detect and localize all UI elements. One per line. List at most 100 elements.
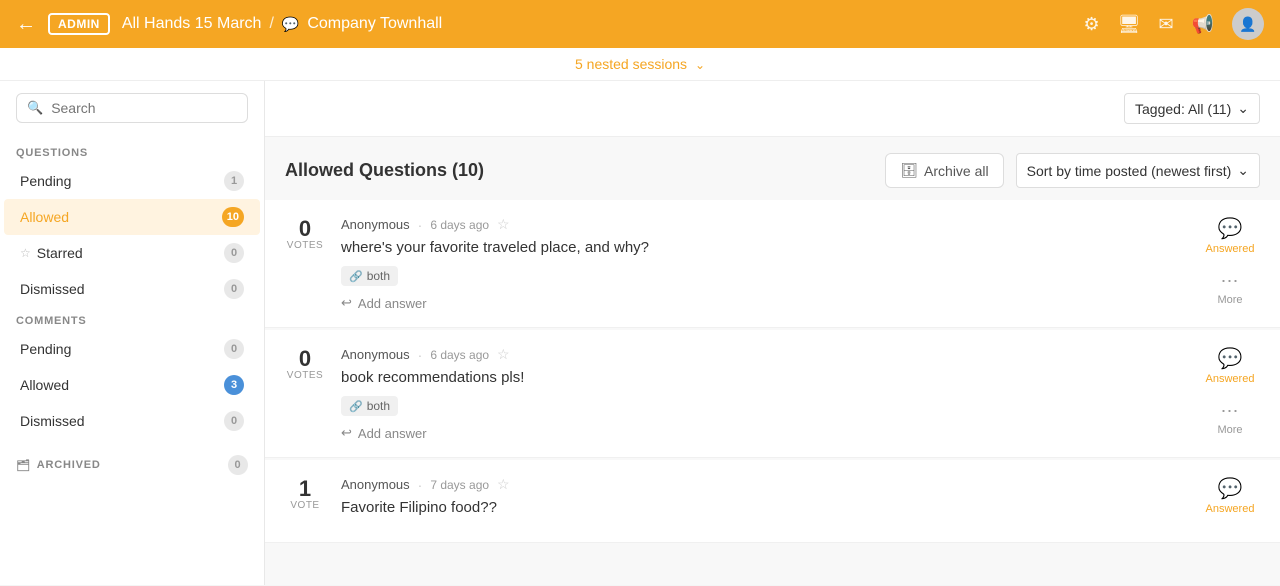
sort-chevron-icon: ⌄: [1237, 162, 1249, 179]
pending-questions-badge: 1: [224, 171, 244, 191]
question-body: Anonymous · 7 days ago ☆ Favorite Filipi…: [341, 476, 1184, 526]
add-answer-icon: ↩: [341, 425, 352, 441]
sidebar-item-starred-questions[interactable]: ☆ Starred 0: [4, 235, 260, 271]
more-label: More: [1217, 424, 1242, 436]
sidebar-item-allowed-questions[interactable]: Allowed 10: [4, 199, 260, 235]
question-meta: Anonymous · 7 days ago ☆: [341, 476, 1184, 493]
pending-comments-badge: 0: [224, 339, 244, 359]
archive-folder-icon: 🗂: [16, 459, 31, 472]
archived-badge: 0: [228, 455, 248, 475]
search-input[interactable]: [51, 100, 237, 116]
archive-all-button[interactable]: 🗄 Archive all: [885, 153, 1003, 188]
questions-heading: Allowed Questions (10): [285, 160, 484, 181]
nested-sessions-text: 5 nested sessions: [575, 56, 687, 72]
question-list: 0 VOTES Anonymous · 6 days ago ☆ where's…: [265, 200, 1280, 543]
star-toggle-icon[interactable]: ☆: [497, 216, 510, 233]
answered-button[interactable]: 💬 Answered: [1206, 346, 1255, 385]
answered-icon: 💬: [1218, 346, 1243, 371]
votes-count: 0: [285, 348, 325, 370]
sort-dropdown[interactable]: Sort by time posted (newest first) ⌄: [1016, 153, 1260, 188]
settings-icon[interactable]: ⚙: [1083, 14, 1099, 35]
avatar[interactable]: 👤: [1232, 8, 1264, 40]
dismissed-questions-badge: 0: [224, 279, 244, 299]
question-tag: 🔗 both: [341, 396, 398, 416]
table-row: 0 VOTES Anonymous · 6 days ago ☆ book re…: [265, 330, 1280, 458]
answered-button[interactable]: 💬 Answered: [1206, 476, 1255, 515]
question-time: 7 days ago: [430, 478, 489, 492]
allowed-comments-label: Allowed: [20, 377, 224, 393]
question-meta: Anonymous · 6 days ago ☆: [341, 216, 1184, 233]
add-answer-button[interactable]: ↩ Add answer: [341, 295, 427, 311]
sidebar-item-allowed-comments[interactable]: Allowed 3: [4, 367, 260, 403]
more-label: More: [1217, 294, 1242, 306]
question-text: Favorite Filipino food??: [341, 497, 1184, 518]
votes-label: VOTES: [285, 370, 325, 381]
votes-box: 1 VOTE: [285, 476, 325, 511]
star-toggle-icon[interactable]: ☆: [497, 346, 510, 363]
tag-label: both: [367, 399, 390, 413]
starred-questions-label: Starred: [37, 245, 224, 261]
add-answer-button[interactable]: ↩ Add answer: [341, 425, 427, 441]
dismissed-questions-label: Dismissed: [20, 281, 224, 297]
dismissed-comments-badge: 0: [224, 411, 244, 431]
sidebar-item-dismissed-questions[interactable]: Dismissed 0: [4, 271, 260, 307]
pending-comments-label: Pending: [20, 341, 224, 357]
question-author: Anonymous: [341, 217, 410, 232]
answered-icon: 💬: [1218, 216, 1243, 241]
star-icon: ☆: [20, 246, 31, 260]
votes-count: 0: [285, 218, 325, 240]
votes-box: 0 VOTES: [285, 216, 325, 251]
breadcrumb-session[interactable]: Company Townhall: [307, 15, 442, 33]
top-navigation: ← ADMIN All Hands 15 March / 💬 Company T…: [0, 0, 1280, 48]
votes-box: 0 VOTES: [285, 346, 325, 381]
admin-badge: ADMIN: [48, 13, 110, 35]
question-text: where's your favorite traveled place, an…: [341, 237, 1184, 258]
breadcrumb-event[interactable]: All Hands 15 March: [122, 15, 262, 33]
tag-icon: 🔗: [349, 270, 363, 283]
nested-sessions-bar[interactable]: 5 nested sessions ⌄: [0, 48, 1280, 81]
archive-icon: 🗄: [900, 162, 918, 179]
comments-section-title: COMMENTS: [0, 307, 264, 331]
breadcrumb: All Hands 15 March / 💬 Company Townhall: [122, 15, 442, 33]
question-author: Anonymous: [341, 347, 410, 362]
allowed-questions-label: Allowed: [20, 209, 222, 225]
allowed-comments-badge: 3: [224, 375, 244, 395]
sort-label: Sort by time posted (newest first): [1027, 163, 1232, 179]
votes-label: VOTES: [285, 240, 325, 251]
question-author: Anonymous: [341, 477, 410, 492]
question-actions: 💬 Answered ⋯ More: [1200, 346, 1260, 436]
search-container[interactable]: 🔍: [16, 93, 248, 123]
star-toggle-icon[interactable]: ☆: [497, 476, 510, 493]
tag-icon: 🔗: [349, 400, 363, 413]
answered-button[interactable]: 💬 Answered: [1206, 216, 1255, 255]
add-answer-label: Add answer: [358, 426, 427, 441]
mail-icon[interactable]: ✉: [1158, 14, 1173, 35]
header-actions: 🗄 Archive all Sort by time posted (newes…: [885, 153, 1260, 188]
sidebar-item-dismissed-comments[interactable]: Dismissed 0: [4, 403, 260, 439]
pending-questions-label: Pending: [20, 173, 224, 189]
nav-icons: ⚙ 🖥 ✉ 📢 👤: [1083, 8, 1264, 40]
question-body: Anonymous · 6 days ago ☆ book recommenda…: [341, 346, 1184, 441]
more-button[interactable]: ⋯ More: [1217, 271, 1242, 306]
add-answer-label: Add answer: [358, 296, 427, 311]
tagged-label: Tagged: All (11): [1135, 101, 1231, 117]
screen-icon[interactable]: 🖥: [1118, 14, 1141, 35]
tagged-dropdown[interactable]: Tagged: All (11) ⌄: [1124, 93, 1260, 124]
more-button[interactable]: ⋯ More: [1217, 401, 1242, 436]
questions-header: Allowed Questions (10) 🗄 Archive all Sor…: [265, 137, 1280, 200]
question-text: book recommendations pls!: [341, 367, 1184, 388]
sidebar: 🔍 QUESTIONS Pending 1 Allowed 10 ☆ Starr…: [0, 81, 265, 585]
question-time: 6 days ago: [430, 348, 489, 362]
sidebar-item-pending-questions[interactable]: Pending 1: [4, 163, 260, 199]
announce-icon[interactable]: 📢: [1192, 14, 1214, 35]
breadcrumb-separator: /: [269, 15, 273, 33]
add-answer-icon: ↩: [341, 295, 352, 311]
archive-all-label: Archive all: [924, 163, 989, 179]
question-actions: 💬 Answered ⋯ More: [1200, 216, 1260, 306]
back-button[interactable]: ←: [16, 14, 36, 34]
sidebar-item-pending-comments[interactable]: Pending 0: [4, 331, 260, 367]
question-body: Anonymous · 6 days ago ☆ where's your fa…: [341, 216, 1184, 311]
answered-label: Answered: [1206, 243, 1255, 255]
session-icon: 💬: [282, 16, 299, 33]
content-filter-bar: Tagged: All (11) ⌄: [265, 81, 1280, 137]
